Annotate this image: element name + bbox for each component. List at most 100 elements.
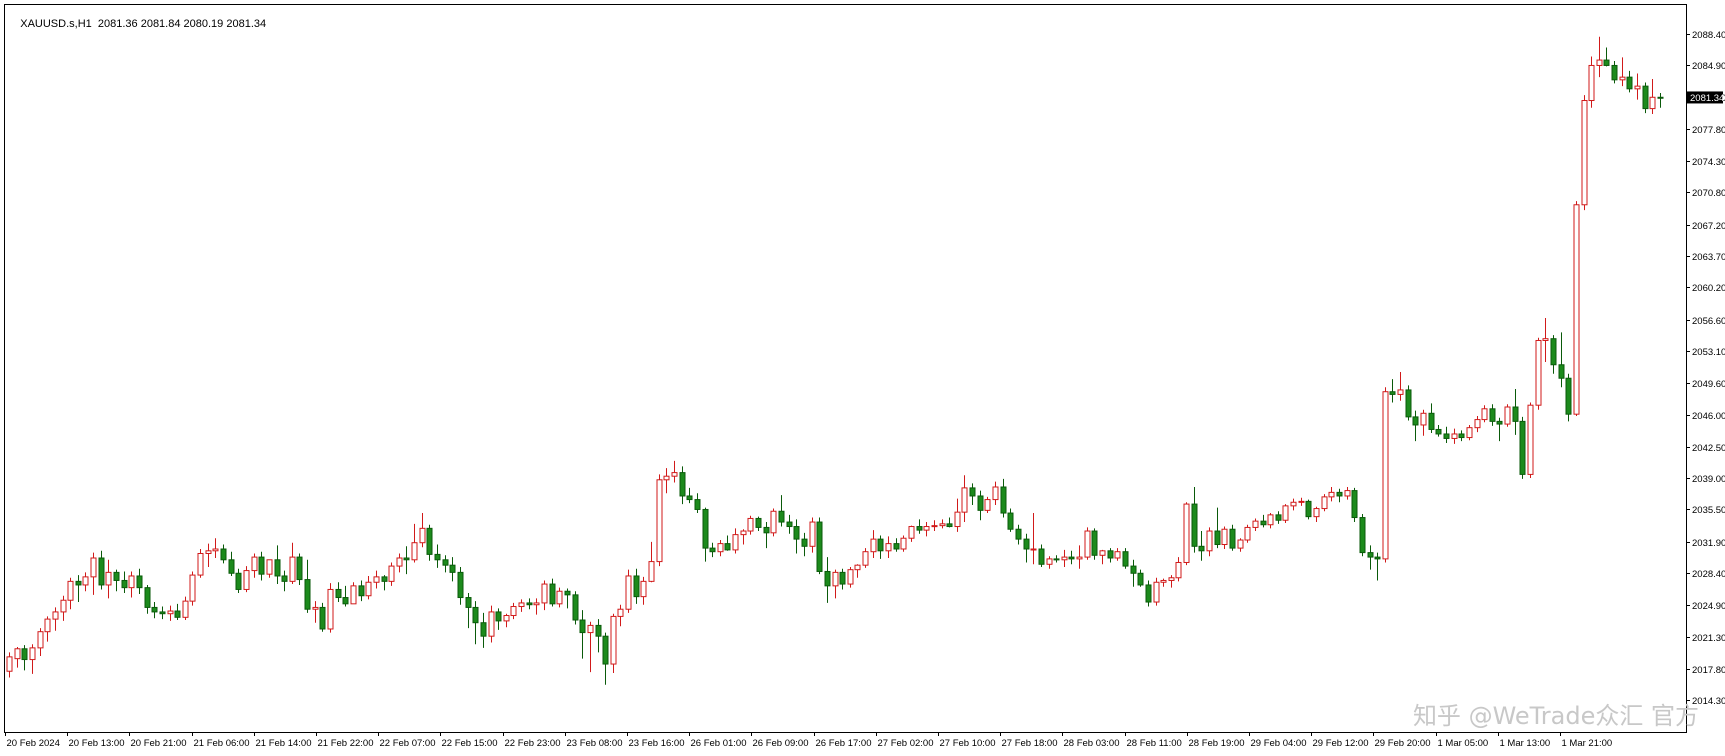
candle-body xyxy=(1153,581,1160,603)
candle-body xyxy=(1198,545,1205,552)
x-tick-label: 21 Feb 06:00 xyxy=(194,738,250,749)
candle-body xyxy=(1114,551,1121,559)
candle xyxy=(1183,502,1190,566)
candle-body xyxy=(44,618,51,633)
candle xyxy=(1153,577,1160,606)
y-tick-label: 2035.50 xyxy=(1692,505,1725,516)
candle-body xyxy=(52,611,59,620)
x-tick-label: 27 Feb 02:00 xyxy=(878,738,934,749)
candle-body xyxy=(602,635,609,665)
candle-body xyxy=(900,537,907,550)
candle xyxy=(1519,416,1526,479)
candle-body xyxy=(1023,538,1030,550)
candle xyxy=(816,517,823,575)
candle-body xyxy=(671,472,678,477)
candle-body xyxy=(174,610,181,618)
candle-body xyxy=(1550,338,1557,366)
y-tick-label: 2046.00 xyxy=(1692,411,1725,422)
candle-body xyxy=(342,597,349,605)
candle xyxy=(350,582,357,605)
candle-body xyxy=(1657,96,1664,99)
candle-body xyxy=(1535,339,1542,406)
x-tick-label: 27 Feb 18:00 xyxy=(1002,738,1058,749)
candle-body xyxy=(510,606,517,617)
candle xyxy=(1122,548,1129,569)
candle-body xyxy=(1091,530,1098,556)
candle-body xyxy=(1313,508,1320,518)
candle-body xyxy=(870,538,877,553)
candle-body xyxy=(755,517,762,528)
candle-body xyxy=(197,552,204,576)
x-tick-label: 28 Feb 11:00 xyxy=(1127,738,1182,749)
candle-body xyxy=(274,559,281,577)
candle-body xyxy=(75,580,82,586)
x-tick-label: 1 Mar 13:00 xyxy=(1500,738,1551,749)
candle-body xyxy=(1626,76,1633,90)
candle-body xyxy=(1030,548,1037,551)
candle xyxy=(1565,373,1572,422)
y-tick-label: 2077.80 xyxy=(1692,125,1725,136)
candle-body xyxy=(1000,486,1007,514)
candle-body xyxy=(1649,96,1656,110)
candle-body xyxy=(801,538,808,547)
candle-body xyxy=(1412,416,1419,426)
candle-body xyxy=(488,611,495,637)
candle-body xyxy=(1527,404,1534,475)
candle-body xyxy=(472,606,479,624)
candle-body xyxy=(877,538,884,552)
candle xyxy=(625,569,632,613)
candlestick-chart[interactable]: 2088.402084.902081.402077.802074.302070.… xyxy=(0,0,1725,756)
candle-body xyxy=(1321,496,1328,510)
candle-body xyxy=(663,475,670,481)
candle-body xyxy=(251,556,258,572)
candle-body xyxy=(457,571,464,599)
candle-body xyxy=(778,510,785,523)
symbol-info: XAUUSD.s,H1 2081.36 2081.84 2080.19 2081… xyxy=(8,6,266,42)
candle-body xyxy=(1038,548,1045,565)
candle-body xyxy=(403,557,410,561)
x-tick-label: 29 Feb 12:00 xyxy=(1313,738,1369,749)
candle-body xyxy=(312,606,319,610)
candle-body xyxy=(1374,556,1381,560)
candle-body xyxy=(1053,558,1060,561)
y-tick-label: 2017.80 xyxy=(1692,665,1725,676)
candle-body xyxy=(1344,490,1351,497)
candle xyxy=(1244,524,1251,543)
candle-body xyxy=(1611,64,1618,81)
candle-body xyxy=(969,487,976,497)
candle-body xyxy=(1642,85,1649,110)
candle-body xyxy=(159,611,166,615)
candle-body xyxy=(809,521,816,547)
candle-body xyxy=(1588,64,1595,102)
candle-body xyxy=(1466,427,1473,439)
candle-body xyxy=(144,587,151,608)
y-tick-label: 2067.20 xyxy=(1692,221,1725,232)
candle xyxy=(1321,494,1328,512)
candle xyxy=(900,535,907,552)
candle-body xyxy=(1107,550,1114,559)
y-tick-label: 2039.00 xyxy=(1692,474,1725,485)
candle-body xyxy=(916,526,923,531)
candle-body xyxy=(923,526,930,531)
candle-body xyxy=(1206,530,1213,552)
candle-body xyxy=(1260,520,1267,526)
candle-body xyxy=(304,579,311,610)
candle-body xyxy=(908,526,915,539)
chart-window[interactable]: 2088.402084.902081.402077.802074.302070.… xyxy=(0,0,1725,756)
candle-body xyxy=(961,487,968,513)
candle-body xyxy=(1481,408,1488,421)
candle-body xyxy=(579,619,586,634)
y-tick-label: 2031.90 xyxy=(1692,538,1725,549)
x-tick-label: 21 Feb 14:00 xyxy=(256,738,312,749)
candle-body xyxy=(1619,76,1626,81)
candle-body xyxy=(434,553,441,561)
candle-body xyxy=(1068,556,1075,560)
candle xyxy=(656,474,663,567)
candle-body xyxy=(595,624,602,637)
candle-body xyxy=(258,556,265,575)
candle xyxy=(1642,82,1649,114)
candle-body xyxy=(824,570,831,587)
y-tick-label: 2042.50 xyxy=(1692,443,1725,454)
candle xyxy=(327,583,334,633)
candle-body xyxy=(572,594,579,621)
